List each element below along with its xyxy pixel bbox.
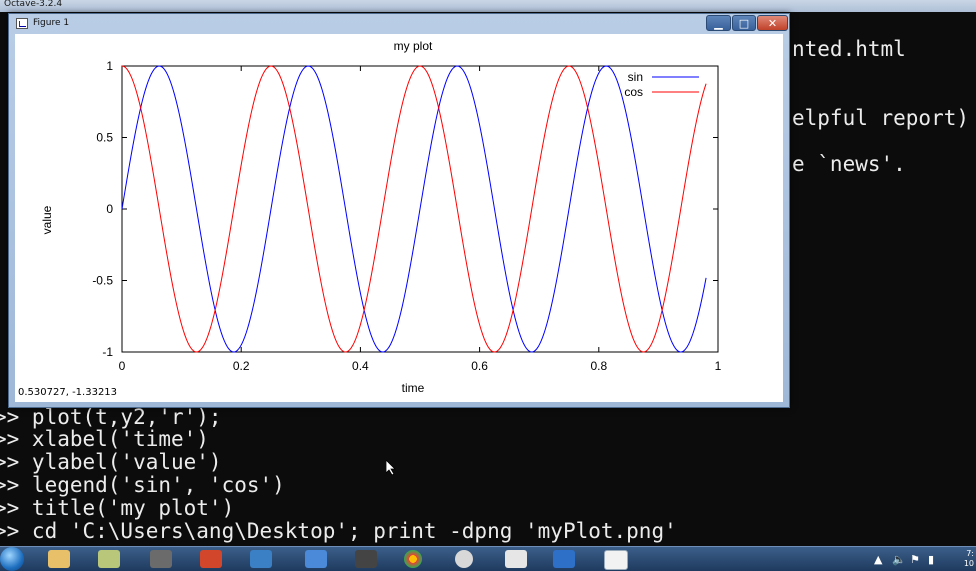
console-command-line: >> legend('sin', 'cos'): [0, 473, 285, 497]
system-tray: ▲ 🔈 ⚑ ▮ 7: 10: [866, 547, 976, 571]
network-tray-icon[interactable]: ▮: [928, 553, 934, 566]
app-icon[interactable]: [150, 550, 172, 568]
console-text-fragment: elpful report): [792, 106, 970, 130]
volume-icon[interactable]: 🔈: [892, 553, 906, 566]
plot-canvas[interactable]: my plot 0 0.2 0.4 0.6 0.8 1 1 0.5 0 -0.5 -1 sin cos…: [15, 34, 783, 402]
x-tick-label: 0.6: [471, 359, 488, 373]
clock[interactable]: 7: 10: [964, 549, 974, 569]
series-line-sin: [121, 65, 707, 353]
folder-icon[interactable]: [48, 550, 70, 568]
figure-window-title: Figure 1: [33, 18, 70, 28]
python-icon[interactable]: [305, 550, 327, 568]
series-line-cos: [121, 65, 707, 353]
camera-icon[interactable]: [355, 550, 377, 568]
clock-date: 10: [963, 559, 974, 568]
x-tick-label: 1: [715, 359, 722, 373]
console-command-line: >> cd 'C:\Users\ang\Desktop'; print -dpn…: [0, 519, 677, 543]
y-tick-label: 0.5: [96, 131, 113, 145]
clock-time: 7:: [966, 549, 974, 558]
notes-icon[interactable]: [98, 550, 120, 568]
document-icon[interactable]: [505, 550, 527, 568]
octave-plot-icon[interactable]: [604, 550, 628, 570]
x-axis-label: time: [402, 381, 425, 395]
y-axis-label: value: [40, 205, 54, 234]
y-tick-label: 1: [106, 59, 113, 73]
x-tick-label: 0: [119, 359, 126, 373]
console-command-line: >> plot(t,y2,'r');: [0, 405, 222, 429]
legend-label-sin: sin: [628, 70, 643, 84]
console-text-fragment: nted.html: [792, 37, 906, 61]
x-tick-label: 0.8: [590, 359, 607, 373]
start-button[interactable]: [0, 547, 24, 571]
network-icon[interactable]: [250, 550, 272, 568]
minimize-button[interactable]: ▁: [706, 15, 731, 31]
console-command-line: >> ylabel('value'): [0, 450, 222, 474]
legend-label-cos: cos: [624, 85, 643, 99]
close-button[interactable]: ✕: [757, 15, 788, 31]
console-text-fragment: e `news'.: [792, 152, 906, 176]
line-chart: my plot 0 0.2 0.4 0.6 0.8 1 1 0.5 0 -0.5 -1 sincos…: [40, 39, 722, 395]
figure-app-icon: [16, 18, 28, 29]
figure-title-bar[interactable]: Figure 1 ▁ □ ✕: [9, 14, 789, 34]
flag-icon[interactable]: ⚑: [910, 553, 920, 566]
chrome-icon[interactable]: [404, 550, 422, 568]
taskbar: ▲ 🔈 ⚑ ▮ 7: 10: [0, 546, 976, 571]
powerpoint-icon[interactable]: [200, 550, 222, 568]
chart-title: my plot: [394, 39, 433, 53]
x-tick-label: 0.2: [233, 359, 250, 373]
media-icon[interactable]: [455, 550, 473, 568]
cursor-coordinate-readout: 0.530727, -1.33213: [18, 387, 118, 398]
octave-window-title: Octave-3.2.4: [4, 0, 63, 9]
figure-window[interactable]: Figure 1 ▁ □ ✕ my plot 0 0.2 0.4 0.6 0.8 1 1 0.…: [8, 13, 790, 408]
y-tick-label: 0: [106, 202, 113, 216]
y-tick-label: -0.5: [92, 274, 113, 288]
maximize-button[interactable]: □: [732, 15, 756, 31]
browser-icon[interactable]: [553, 550, 575, 568]
console-command-line: >> title('my plot'): [0, 496, 235, 520]
y-tick-label: -1: [102, 345, 113, 359]
tray-arrow-icon[interactable]: ▲: [874, 553, 882, 566]
x-tick-label: 0.4: [352, 359, 369, 373]
console-command-line: >> xlabel('time'): [0, 427, 209, 451]
